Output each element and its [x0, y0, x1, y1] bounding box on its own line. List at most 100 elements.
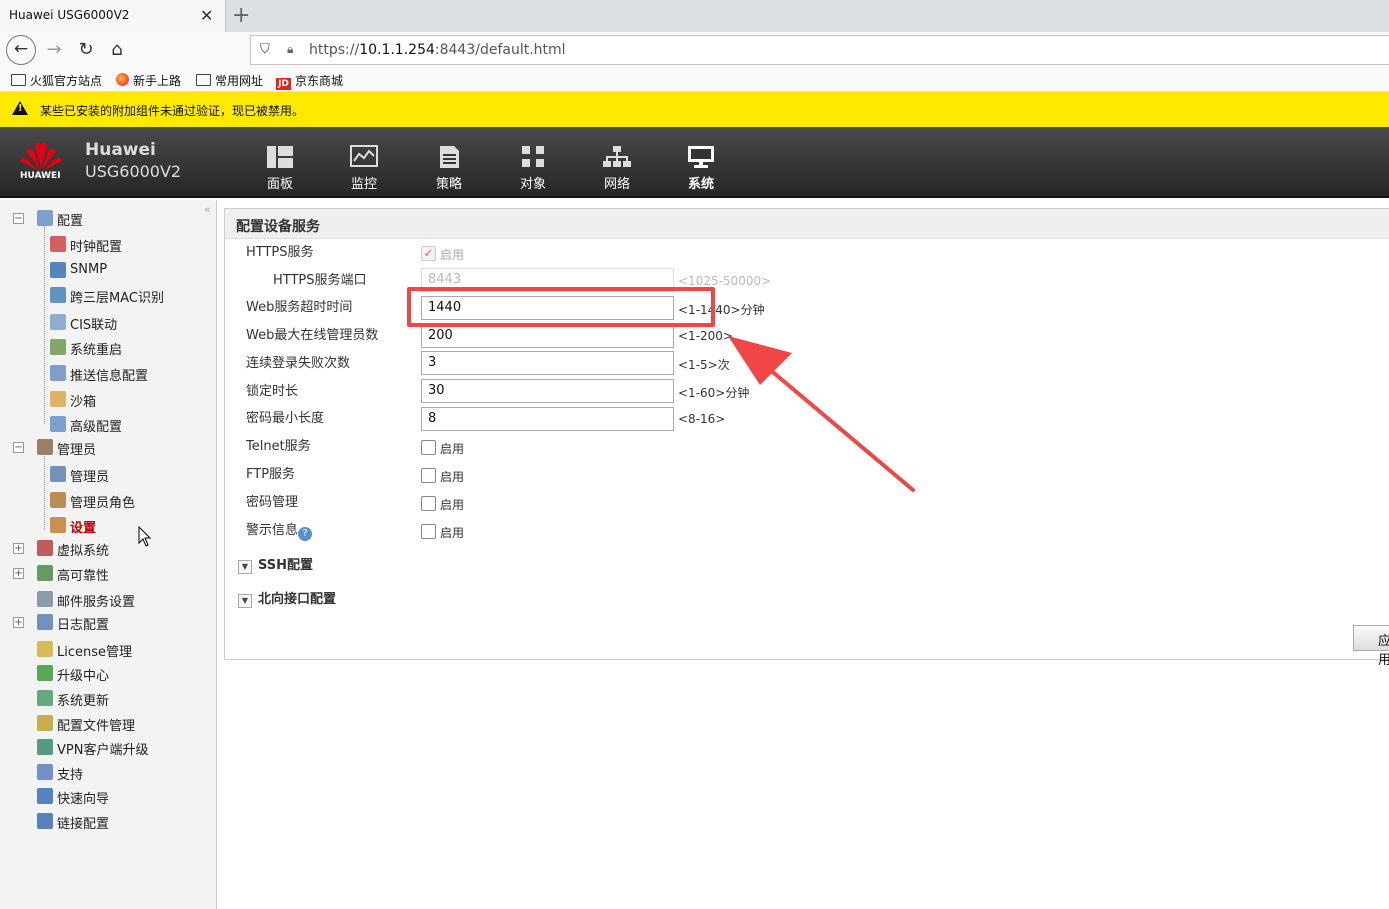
monitor-icon	[350, 145, 378, 167]
tree-guide-line	[44, 456, 45, 529]
url-path: :8443/default.html	[434, 42, 566, 58]
nav-policy[interactable]: 策略	[419, 145, 479, 192]
folder-icon	[11, 74, 26, 86]
telnet-enable-label: 启用	[440, 442, 465, 456]
tree-node-icon	[37, 813, 53, 829]
app-header: HUAWEI Huawei USG6000V2 面板 监控 策略 对象 网络 系…	[0, 127, 1389, 198]
max-admin-input[interactable]: 200	[421, 324, 674, 348]
nav-object[interactable]: 对象	[503, 145, 563, 192]
ssh-config-section[interactable]: ▼ SSH配置	[238, 554, 313, 574]
url-host: 10.1.1.254	[359, 42, 435, 58]
collapse-tree-icon[interactable]: −	[13, 442, 24, 453]
sidebar-item-label: 系统重启	[70, 343, 123, 358]
sidebar-item-label: 高级配置	[70, 420, 123, 435]
https-service-label: HTTPS服务	[246, 245, 314, 260]
north-interface-section[interactable]: ▼ 北向接口配置	[238, 588, 336, 608]
shield-icon[interactable]: ⛉	[260, 42, 270, 57]
max-admin-label: Web最大在线管理员数	[246, 328, 379, 343]
expand-icon[interactable]: +	[13, 568, 24, 579]
https-enable-checkbox: ✓	[421, 246, 436, 261]
tree-node-icon	[37, 540, 53, 556]
expand-triangle-icon: ▼	[238, 594, 252, 608]
sidebar-item-label: SNMP	[70, 262, 108, 277]
nav-label: 网络	[603, 177, 630, 192]
warn-info-label: 警示信息?	[246, 519, 313, 541]
dashboard-icon	[267, 146, 293, 168]
sidebar-item-label: 沙箱	[70, 395, 97, 410]
tree-node-icon	[37, 641, 53, 657]
lock-icon[interactable]: 🔒︎	[287, 42, 293, 57]
annotation-highlight-box	[407, 287, 715, 327]
sidebar-item-label: 支持	[57, 768, 84, 783]
pwd-mgmt-checkbox[interactable]	[421, 496, 436, 511]
sidebar-item-label: 链接配置	[57, 817, 110, 832]
home-icon[interactable]: ⌂	[103, 37, 131, 65]
tree-node-icon	[50, 365, 66, 381]
nav-network[interactable]: 网络	[587, 145, 647, 192]
ftp-enable-label: 启用	[440, 470, 465, 484]
bookmark-item[interactable]: 新手上路	[116, 72, 181, 89]
nav-system[interactable]: 系统	[671, 145, 731, 192]
lock-duration-input[interactable]: 30	[421, 379, 674, 403]
https-port-hint: <1025-50000>	[678, 274, 772, 288]
forward-arrow-icon[interactable]: →	[40, 37, 68, 65]
folder-icon	[196, 74, 211, 86]
sidebar-item-label: 跨三层MAC识别	[70, 291, 164, 306]
apply-label: 应用	[1378, 634, 1389, 668]
bookmark-label: 新手上路	[133, 74, 182, 88]
expand-triangle-icon: ▼	[238, 560, 252, 574]
new-tab-icon[interactable]: +	[232, 3, 250, 28]
url-bar[interactable]: ⛉ 🔒︎ https://10.1.1.254:8443/default.htm…	[250, 35, 1389, 65]
pwd-mgmt-enable-label: 启用	[440, 498, 465, 512]
collapse-icon[interactable]: «	[204, 203, 211, 216]
pwd-mgmt-label: 密码管理	[246, 495, 299, 510]
firefox-icon	[116, 73, 129, 86]
bookmark-item[interactable]: 常用网址	[196, 72, 263, 89]
expand-icon[interactable]: +	[13, 617, 24, 628]
tree-node-icon	[50, 262, 66, 278]
pwd-min-hint: <8-16>	[678, 412, 726, 426]
url-text[interactable]: https://10.1.1.254:8443/default.html	[309, 42, 566, 58]
help-icon[interactable]: ?	[298, 527, 313, 541]
section-title: 北向接口配置	[258, 592, 337, 607]
page-title: 配置设备服务	[236, 219, 320, 235]
tree-node-icon	[50, 517, 66, 533]
warning-text: 某些已安装的附加组件未通过验证，现已被禁用。	[40, 104, 305, 118]
tree-node-icon	[50, 314, 66, 330]
nav-monitor[interactable]: 监控	[334, 145, 394, 192]
tab-title: Huawei USG6000V2	[9, 8, 130, 22]
logo-text: HUAWEI	[20, 171, 61, 181]
pwd-min-input[interactable]: 8	[421, 407, 674, 431]
ftp-enable-checkbox[interactable]	[421, 468, 436, 483]
sidebar-item-label: 邮件服务设置	[57, 595, 136, 610]
tree-node-icon	[37, 764, 53, 780]
warn-info-text: 警示信息	[246, 523, 299, 538]
telnet-enable-checkbox[interactable]	[421, 440, 436, 455]
warn-info-checkbox[interactable]	[421, 524, 436, 539]
browser-tab[interactable]: Huawei USG6000V2 ✕	[0, 0, 226, 32]
apply-button[interactable]: 应用	[1353, 625, 1389, 668]
back-arrow-icon[interactable]: ←	[6, 35, 36, 65]
nav-dashboard[interactable]: 面板	[250, 145, 310, 192]
tree-node-icon	[37, 614, 53, 630]
addon-warning-bar: ! 某些已安装的附加组件未通过验证，现已被禁用。	[0, 92, 1389, 127]
sidebar-item-label: 升级中心	[57, 669, 110, 684]
sidebar-item-label: 高可靠性	[57, 569, 110, 584]
expand-icon[interactable]: +	[13, 543, 24, 554]
reload-icon[interactable]: ↻	[72, 37, 100, 65]
close-icon[interactable]: ✕	[200, 6, 213, 25]
bookmark-item[interactable]: 火狐官方站点	[11, 72, 102, 89]
sidebar-item-label: CIS联动	[70, 318, 118, 333]
tree-node-icon	[50, 391, 66, 407]
bookmark-item[interactable]: JD 京东商城	[276, 72, 343, 90]
sidebar-item-label: 设置	[70, 521, 97, 536]
login-fail-input[interactable]: 3	[421, 351, 674, 375]
config-panel: 配置设备服务	[224, 208, 1389, 660]
sidebar-item-label: 管理员	[57, 443, 97, 458]
tree-guide-line	[44, 226, 45, 424]
tree-node-icon	[50, 287, 66, 303]
tree-node-icon	[37, 788, 53, 804]
collapse-tree-icon[interactable]: −	[13, 213, 24, 224]
navigation-bar: ← → ↻ ⌂ ⛉ 🔒︎ https://10.1.1.254:8443/def…	[0, 32, 1389, 68]
sidebar-item-label: 管理员角色	[70, 496, 136, 511]
